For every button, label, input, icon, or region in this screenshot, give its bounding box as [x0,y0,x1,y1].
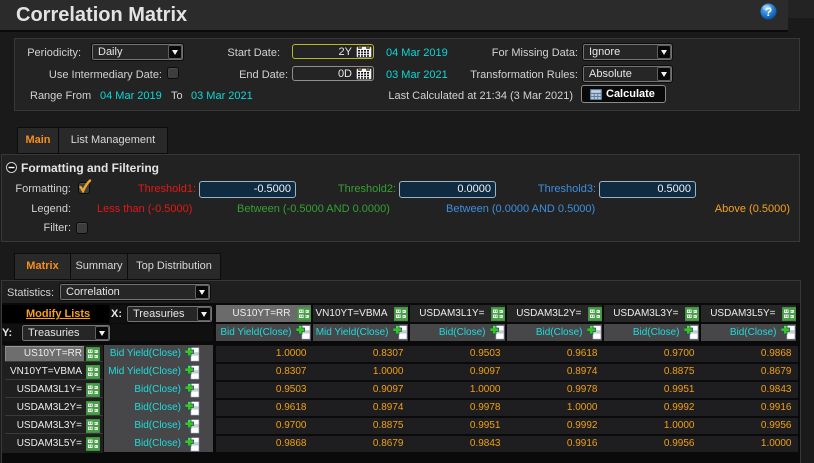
svg-text:?: ? [765,5,772,19]
